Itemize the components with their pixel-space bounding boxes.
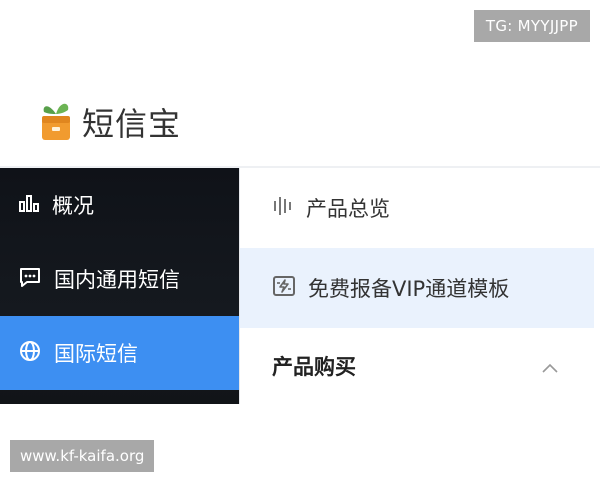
sidebar-item-label: 概况 (52, 194, 94, 218)
sidebar-item-label: 国内通用短信 (54, 268, 180, 292)
sidebar-item-label: 国际短信 (54, 342, 138, 366)
watermark-bottom: www.kf-kaifa.org (10, 440, 155, 472)
bar-chart-icon (18, 192, 40, 219)
sidebar: 概况 国内通用短信 国际短信 (0, 168, 240, 404)
globe-icon (18, 339, 42, 368)
section-product-purchase[interactable]: 产品购买 (240, 328, 594, 404)
menu-item-label: 免费报备VIP通道模板 (308, 277, 510, 301)
sprout-box-icon (38, 98, 74, 146)
sidebar-item-domestic-sms[interactable]: 国内通用短信 (0, 242, 240, 316)
chat-bubble-icon (18, 265, 42, 294)
brand-logo[interactable]: 短信宝 (38, 98, 181, 146)
submenu-panel: 产品总览 免费报备VIP通道模板 产品购买 (240, 168, 594, 404)
sidebar-item-international-sms[interactable]: 国际短信 (0, 316, 240, 390)
bars-icon (272, 195, 294, 222)
brand-name: 短信宝 (82, 105, 182, 143)
sidebar-item-overview[interactable]: 概况 (0, 168, 240, 242)
menu-item-label: 产品总览 (306, 197, 390, 221)
chevron-up-icon[interactable] (542, 354, 558, 378)
menu-item-product-overview[interactable]: 产品总览 (240, 168, 594, 248)
section-title: 产品购买 (272, 355, 356, 379)
menu-item-vip-template[interactable]: 免费报备VIP通道模板 (240, 248, 594, 328)
ticket-icon (272, 275, 296, 302)
watermark-top: TG: MYYJJPP (473, 10, 590, 42)
